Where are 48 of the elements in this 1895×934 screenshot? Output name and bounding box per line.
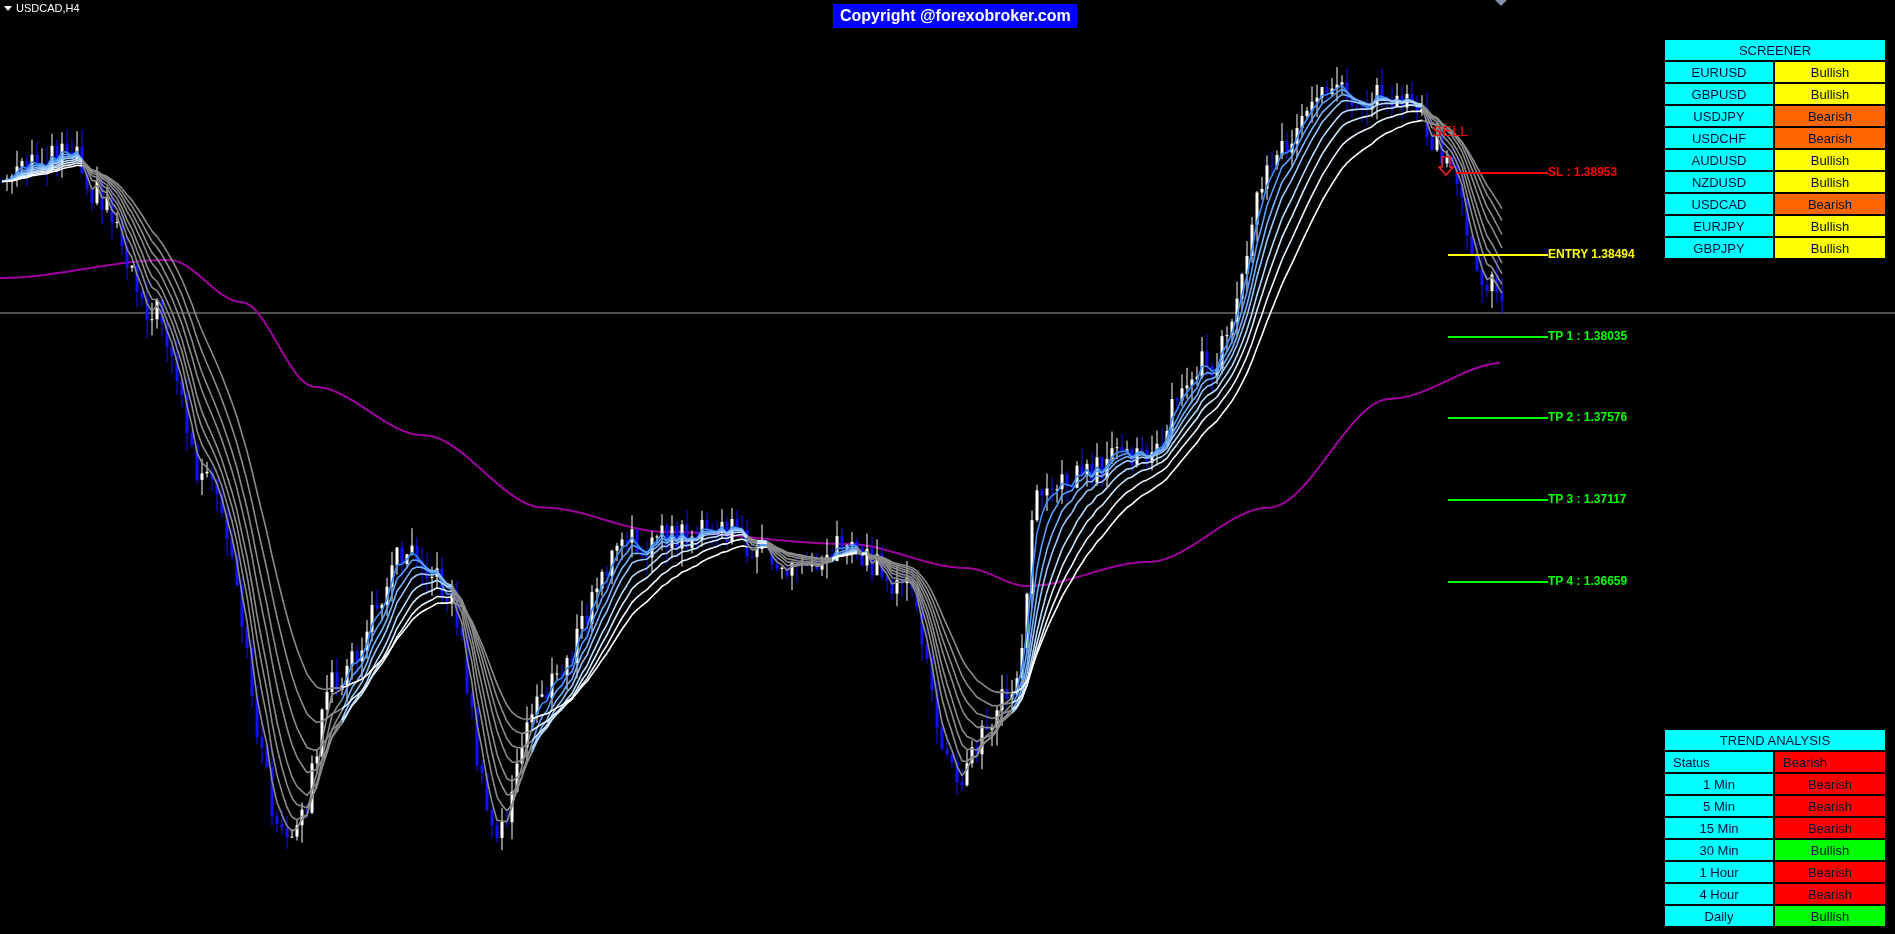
sell-signal: SELL — [1432, 122, 1469, 139]
copyright-label: Copyright @forexobroker.com — [833, 4, 1077, 28]
trend-cell: Bearish — [1775, 818, 1885, 838]
timeframe-cell: 1 Min — [1665, 774, 1773, 794]
take-profit-label: TP 4 : 1.36659 — [1548, 574, 1628, 588]
screener-title: SCREENER — [1665, 40, 1885, 60]
trend-cell: Bullish — [1775, 84, 1885, 104]
timeframe-cell: Daily — [1665, 906, 1773, 926]
take-profit-label: TP 1 : 1.38035 — [1548, 329, 1628, 343]
pair-cell: GBPJPY — [1665, 238, 1773, 258]
trend-cell: Bearish — [1775, 194, 1885, 214]
chart-symbol: USDCAD,H4 — [16, 2, 80, 14]
stop-loss-label: SL : 1.38953 — [1548, 165, 1618, 179]
trend-cell: Bullish — [1775, 840, 1885, 860]
dropdown-icon[interactable] — [4, 5, 12, 11]
timeframe-cell: 4 Hour — [1665, 884, 1773, 904]
timeframe-cell: 30 Min — [1665, 840, 1773, 860]
pair-cell: USDCAD — [1665, 194, 1773, 214]
trend-cell: Bullish — [1775, 150, 1885, 170]
pair-cell: EURUSD — [1665, 62, 1773, 82]
pair-cell: USDCHF — [1665, 128, 1773, 148]
timeframe-cell: 1 Hour — [1665, 862, 1773, 882]
trend-cell: Bullish — [1775, 216, 1885, 236]
shift-marker-icon — [1495, 0, 1507, 6]
down-arrow-icon — [1438, 156, 1454, 176]
trend-analysis-title: TREND ANALYSIS — [1665, 730, 1885, 750]
trend-cell: Bearish — [1775, 106, 1885, 126]
timeframe-cell: 15 Min — [1665, 818, 1773, 838]
trend-cell: Bullish — [1775, 906, 1885, 926]
trend-cell: Bearish — [1775, 884, 1885, 904]
status-cell: Status — [1665, 752, 1773, 772]
entry-label: ENTRY 1.38494 — [1548, 247, 1635, 261]
trend-cell: Bullish — [1775, 172, 1885, 192]
timeframe-cell: 5 Min — [1665, 796, 1773, 816]
pair-cell: EURJPY — [1665, 216, 1773, 236]
status-value-cell: Bearish — [1775, 752, 1885, 772]
pair-cell: NZDUSD — [1665, 172, 1773, 192]
pair-cell: GBPUSD — [1665, 84, 1773, 104]
take-profit-label: TP 2 : 1.37576 — [1548, 410, 1628, 424]
pair-cell: AUDUSD — [1665, 150, 1773, 170]
trend-cell: Bearish — [1775, 862, 1885, 882]
trend-cell: Bearish — [1775, 128, 1885, 148]
trend-cell: Bearish — [1775, 796, 1885, 816]
take-profit-label: TP 3 : 1.37117 — [1548, 492, 1627, 506]
trend-cell: Bullish — [1775, 238, 1885, 258]
trend-cell: Bearish — [1775, 774, 1885, 794]
pair-cell: USDJPY — [1665, 106, 1773, 126]
trend-cell: Bullish — [1775, 62, 1885, 82]
